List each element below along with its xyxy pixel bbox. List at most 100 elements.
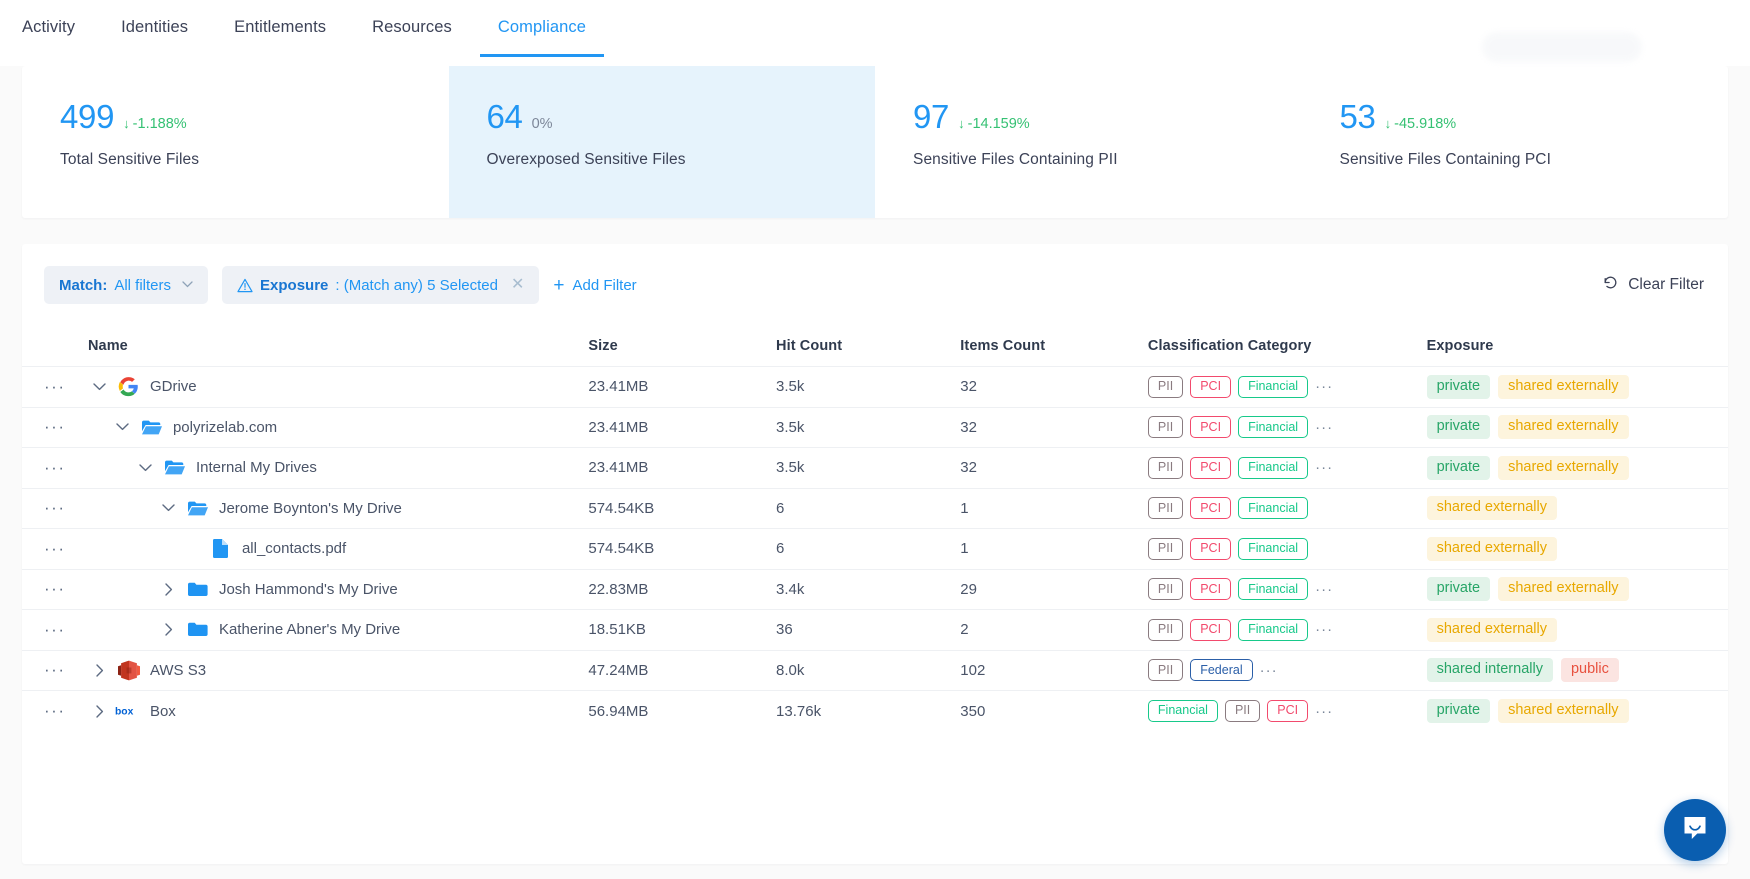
arrow-down-icon: ↓ — [123, 117, 130, 130]
items-count-cell: 1 — [960, 488, 1148, 529]
header-name[interactable]: Name — [88, 324, 588, 367]
row-name-label[interactable]: polyrizelab.com — [173, 419, 277, 436]
items-count-cell: 29 — [960, 569, 1148, 610]
items-count-cell: 32 — [960, 448, 1148, 489]
hit-count-cell: 3.5k — [776, 448, 960, 489]
row-name-label[interactable]: Jerome Boynton's My Drive — [219, 500, 402, 517]
classification-badge: PII — [1225, 700, 1260, 722]
kpi-card-0[interactable]: 499↓-1.188%Total Sensitive Files — [22, 66, 449, 218]
exposure-cell: privateshared externally — [1427, 448, 1728, 489]
chevron-down-icon[interactable] — [88, 383, 112, 391]
kpi-card-2[interactable]: 97↓-14.159%Sensitive Files Containing PI… — [875, 66, 1302, 218]
row-name-label[interactable]: Josh Hammond's My Drive — [219, 581, 398, 598]
more-classifications-icon[interactable]: ··· — [1315, 621, 1333, 638]
classification-badge: PII — [1148, 659, 1183, 681]
row-actions-menu-icon[interactable]: ··· — [22, 458, 65, 477]
exposure-cell: shared externally — [1427, 610, 1728, 651]
row-actions-menu-icon[interactable]: ··· — [22, 539, 65, 558]
exposure-badge: private — [1427, 415, 1491, 439]
nav-tab-activity[interactable]: Activity — [22, 18, 99, 57]
chevron-right-icon[interactable] — [88, 705, 112, 718]
header-exposure[interactable]: Exposure — [1427, 324, 1728, 367]
items-count-cell: 32 — [960, 407, 1148, 448]
kpi-card-1[interactable]: 640%Overexposed Sensitive Files — [449, 66, 876, 218]
row-name-label[interactable]: AWS S3 — [150, 662, 206, 679]
nav-tab-resources[interactable]: Resources — [372, 18, 476, 57]
exposure-filter-chip[interactable]: Exposure : (Match any) 5 Selected ✕ — [222, 266, 539, 304]
header-size[interactable]: Size — [588, 324, 776, 367]
match-filter-label: Match: — [59, 277, 107, 294]
header-hit-count[interactable]: Hit Count — [776, 324, 960, 367]
hit-count-cell: 8.0k — [776, 650, 960, 691]
folder-closed-icon — [188, 581, 208, 598]
row-actions-cell: ··· — [22, 367, 88, 408]
row-actions-cell: ··· — [22, 610, 88, 651]
chevron-right-icon[interactable] — [88, 664, 112, 677]
page-content: 499↓-1.188%Total Sensitive Files640%Over… — [0, 66, 1750, 879]
table-row[interactable]: ···all_contacts.pdf574.54KB61PIIPCIFinan… — [22, 529, 1728, 570]
nav-tab-compliance[interactable]: Compliance — [498, 18, 610, 57]
clear-filter-label: Clear Filter — [1628, 276, 1704, 294]
row-actions-menu-icon[interactable]: ··· — [22, 377, 65, 396]
row-actions-cell: ··· — [22, 529, 88, 570]
more-classifications-icon[interactable]: ··· — [1260, 662, 1278, 679]
table-row[interactable]: ···GDrive23.41MB3.5k32PIIPCIFinancial···… — [22, 367, 1728, 408]
chevron-down-icon[interactable] — [157, 504, 181, 512]
classification-badge: PII — [1148, 538, 1183, 560]
row-name-label[interactable]: Box — [150, 703, 176, 720]
table-row[interactable]: ···Katherine Abner's My Drive18.51KB362P… — [22, 610, 1728, 651]
items-count-cell: 350 — [960, 691, 1148, 732]
chevron-right-icon[interactable] — [157, 623, 181, 636]
header-classification-category[interactable]: Classification Category — [1148, 324, 1427, 367]
classification-badge: PCI — [1190, 497, 1231, 519]
row-actions-cell: ··· — [22, 691, 88, 732]
chevron-down-icon[interactable] — [134, 464, 158, 472]
table-row[interactable]: ···polyrizelab.com23.41MB3.5k32PIIPCIFin… — [22, 407, 1728, 448]
exposure-badge: private — [1427, 456, 1491, 480]
chevron-down-icon[interactable] — [111, 423, 135, 431]
more-classifications-icon[interactable]: ··· — [1315, 703, 1333, 720]
table-row[interactable]: ···AWS S347.24MB8.0k102PIIFederal···shar… — [22, 650, 1728, 691]
classification-cell: PIIPCIFinancial — [1148, 488, 1427, 529]
nav-tab-identities[interactable]: Identities — [121, 18, 212, 57]
filter-bar: Match: All filters Exposure : (Match any… — [22, 244, 1728, 324]
remove-exposure-filter-icon[interactable]: ✕ — [511, 277, 524, 293]
size-cell: 56.94MB — [588, 691, 776, 732]
match-filter-chip[interactable]: Match: All filters — [44, 266, 208, 304]
row-actions-menu-icon[interactable]: ··· — [22, 620, 65, 639]
folder-closed-icon — [188, 621, 208, 638]
classification-badge: PII — [1148, 578, 1183, 600]
row-actions-menu-icon[interactable]: ··· — [22, 660, 65, 679]
more-classifications-icon[interactable]: ··· — [1315, 459, 1333, 476]
clear-filter-button[interactable]: Clear Filter — [1602, 274, 1704, 296]
row-name-label[interactable]: GDrive — [150, 378, 197, 395]
table-row[interactable]: ···Josh Hammond's My Drive22.83MB3.4k29P… — [22, 569, 1728, 610]
chevron-right-icon[interactable] — [157, 583, 181, 596]
kpi-value: 97 — [913, 98, 949, 136]
name-cell: boxBox — [88, 691, 588, 732]
nav-tab-entitlements[interactable]: Entitlements — [234, 18, 350, 57]
row-actions-menu-icon[interactable]: ··· — [22, 701, 65, 720]
row-name-label[interactable]: all_contacts.pdf — [242, 540, 346, 557]
row-actions-menu-icon[interactable]: ··· — [22, 498, 65, 517]
items-count-cell: 1 — [960, 529, 1148, 570]
table-row[interactable]: ···boxBox56.94MB13.76k350FinancialPIIPCI… — [22, 691, 1728, 732]
more-classifications-icon[interactable]: ··· — [1315, 419, 1333, 436]
row-actions-menu-icon[interactable]: ··· — [22, 579, 65, 598]
classification-cell: PIIPCIFinancial··· — [1148, 569, 1427, 610]
exposure-cell: privateshared externally — [1427, 407, 1728, 448]
row-actions-menu-icon[interactable]: ··· — [22, 417, 65, 436]
classification-badge: PCI — [1190, 538, 1231, 560]
exposure-cell: shared externally — [1427, 488, 1728, 529]
table-row[interactable]: ···Jerome Boynton's My Drive574.54KB61PI… — [22, 488, 1728, 529]
table-row[interactable]: ···Internal My Drives23.41MB3.5k32PIIPCI… — [22, 448, 1728, 489]
add-filter-button[interactable]: + Add Filter — [553, 276, 636, 295]
more-classifications-icon[interactable]: ··· — [1315, 581, 1333, 598]
more-classifications-icon[interactable]: ··· — [1315, 378, 1333, 395]
kpi-card-3[interactable]: 53↓-45.918%Sensitive Files Containing PC… — [1302, 66, 1729, 218]
header-items-count[interactable]: Items Count — [960, 324, 1148, 367]
row-name-label[interactable]: Katherine Abner's My Drive — [219, 621, 400, 638]
name-cell: Josh Hammond's My Drive — [88, 569, 588, 610]
row-name-label[interactable]: Internal My Drives — [196, 459, 317, 476]
chat-launcher-button[interactable] — [1664, 799, 1726, 861]
